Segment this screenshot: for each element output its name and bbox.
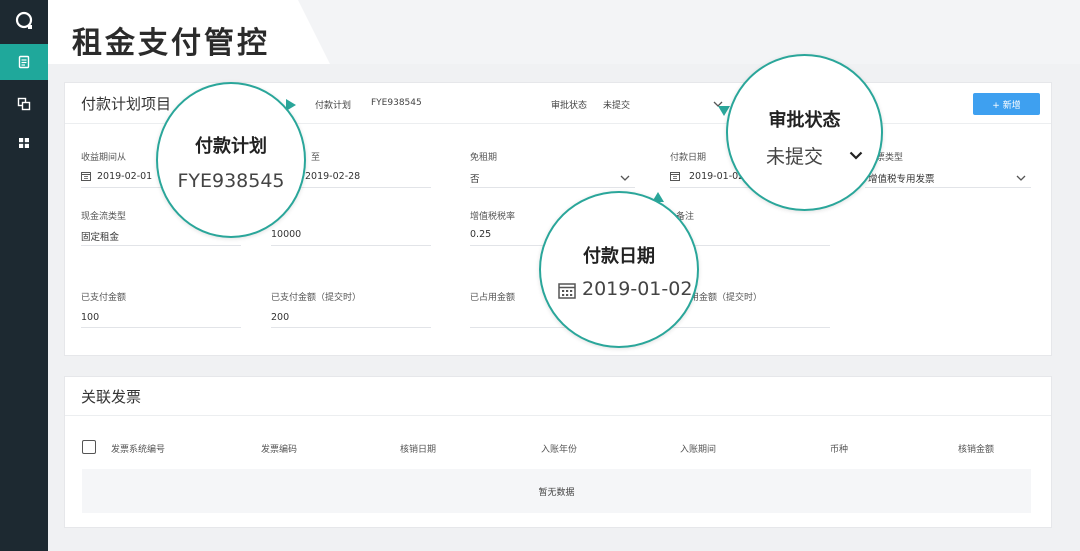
status-value[interactable]: 未提交 xyxy=(603,98,630,111)
income-from-value[interactable]: 2019-02-01 xyxy=(97,171,152,182)
paid-submit-value[interactable]: 200 xyxy=(271,312,289,323)
callout-value: 未提交 xyxy=(766,146,824,168)
status-label: 审批状态 xyxy=(551,101,588,111)
occupied-submit-label: 用金额（提交时） xyxy=(690,293,763,303)
field-underline xyxy=(865,187,1031,188)
select-all-checkbox[interactable] xyxy=(82,440,96,454)
vat-rate-value[interactable]: 0.25 xyxy=(470,229,491,240)
occupied-amount-label: 已占用金额 xyxy=(470,293,516,303)
field-underline xyxy=(81,245,241,246)
rent-free-value[interactable]: 否 xyxy=(470,171,480,185)
field-underline xyxy=(271,245,431,246)
vat-rate-label: 增值税税率 xyxy=(470,212,516,222)
column-header[interactable]: 入账年份 xyxy=(541,442,577,455)
field-underline xyxy=(271,327,431,328)
column-header[interactable]: 发票系统编号 xyxy=(111,442,165,455)
cashflow-label: 现金流类型 xyxy=(81,212,127,222)
callout-title: 付款日期 xyxy=(583,246,655,267)
cashflow-value[interactable]: 固定租金 xyxy=(81,229,119,243)
sidebar-item-grid[interactable] xyxy=(0,125,48,161)
copy-icon xyxy=(17,97,31,111)
rent-free-label: 免租期 xyxy=(470,153,498,163)
plan-number-label: 付款计划 xyxy=(315,101,352,111)
sidebar xyxy=(0,0,48,551)
card-divider xyxy=(65,415,1051,416)
calendar-icon xyxy=(558,283,576,299)
callout-title: 审批状态 xyxy=(768,110,841,131)
logo-icon xyxy=(15,11,33,29)
sidebar-item-document[interactable] xyxy=(0,44,48,80)
income-to-label: 至 xyxy=(311,153,321,163)
calendar-icon xyxy=(670,172,680,181)
income-from-label: 收益期间从 xyxy=(81,153,127,163)
grid-icon xyxy=(19,138,29,148)
empty-text: 暂无数据 xyxy=(538,487,575,498)
invoice-card: 关联发票 发票系统编号 发票编码 核销日期 入账年份 入账期间 币种 核销金额 … xyxy=(64,376,1052,528)
column-header[interactable]: 入账期间 xyxy=(680,442,716,455)
paid-amount-value[interactable]: 100 xyxy=(81,312,99,323)
income-to-value[interactable]: 2019-02-28 xyxy=(305,171,360,182)
pay-date-label: 付款日期 xyxy=(670,153,707,163)
paid-submit-label: 已支付金额（提交时） xyxy=(271,293,362,303)
sidebar-item-copy[interactable] xyxy=(0,86,48,122)
page-title: 租金支付管控 xyxy=(72,26,270,61)
callout-value: FYE938545 xyxy=(177,170,285,192)
pay-date-value[interactable]: 2019-01-02 xyxy=(689,171,744,182)
field-underline xyxy=(81,327,241,328)
callout-pay-date: 付款日期 2019-01-02 xyxy=(539,191,699,348)
plan-number-value: FYE938545 xyxy=(371,98,422,108)
add-button[interactable]: + 新增 xyxy=(973,93,1040,115)
chevron-down-icon xyxy=(849,151,863,160)
callout-approval-status: 审批状态 未提交 xyxy=(726,54,883,211)
payment-plan-title: 付款计划项目 xyxy=(81,95,172,113)
column-header[interactable]: 核销日期 xyxy=(400,442,436,455)
callout-plan-number: 付款计划 FYE938545 xyxy=(156,82,306,238)
paid-amount-label: 已支付金额 xyxy=(81,293,127,303)
field-underline xyxy=(470,187,635,188)
callout-title: 付款计划 xyxy=(195,136,267,157)
chevron-down-icon[interactable] xyxy=(1016,175,1026,181)
column-header[interactable]: 核销金额 xyxy=(958,442,994,455)
column-header[interactable]: 发票编码 xyxy=(261,442,297,455)
column-header[interactable]: 币种 xyxy=(830,442,848,455)
field-underline xyxy=(670,327,830,328)
amount-value[interactable]: 10000 xyxy=(271,229,301,240)
invoice-title: 关联发票 xyxy=(81,388,142,406)
calendar-icon xyxy=(81,172,91,181)
invoice-type-value[interactable]: 增值税专用发票 xyxy=(868,171,935,185)
callout-value: 2019-01-02 xyxy=(582,278,693,300)
chevron-down-icon[interactable] xyxy=(620,175,630,181)
empty-table-row: 暂无数据 xyxy=(82,469,1031,513)
document-icon xyxy=(18,55,30,69)
